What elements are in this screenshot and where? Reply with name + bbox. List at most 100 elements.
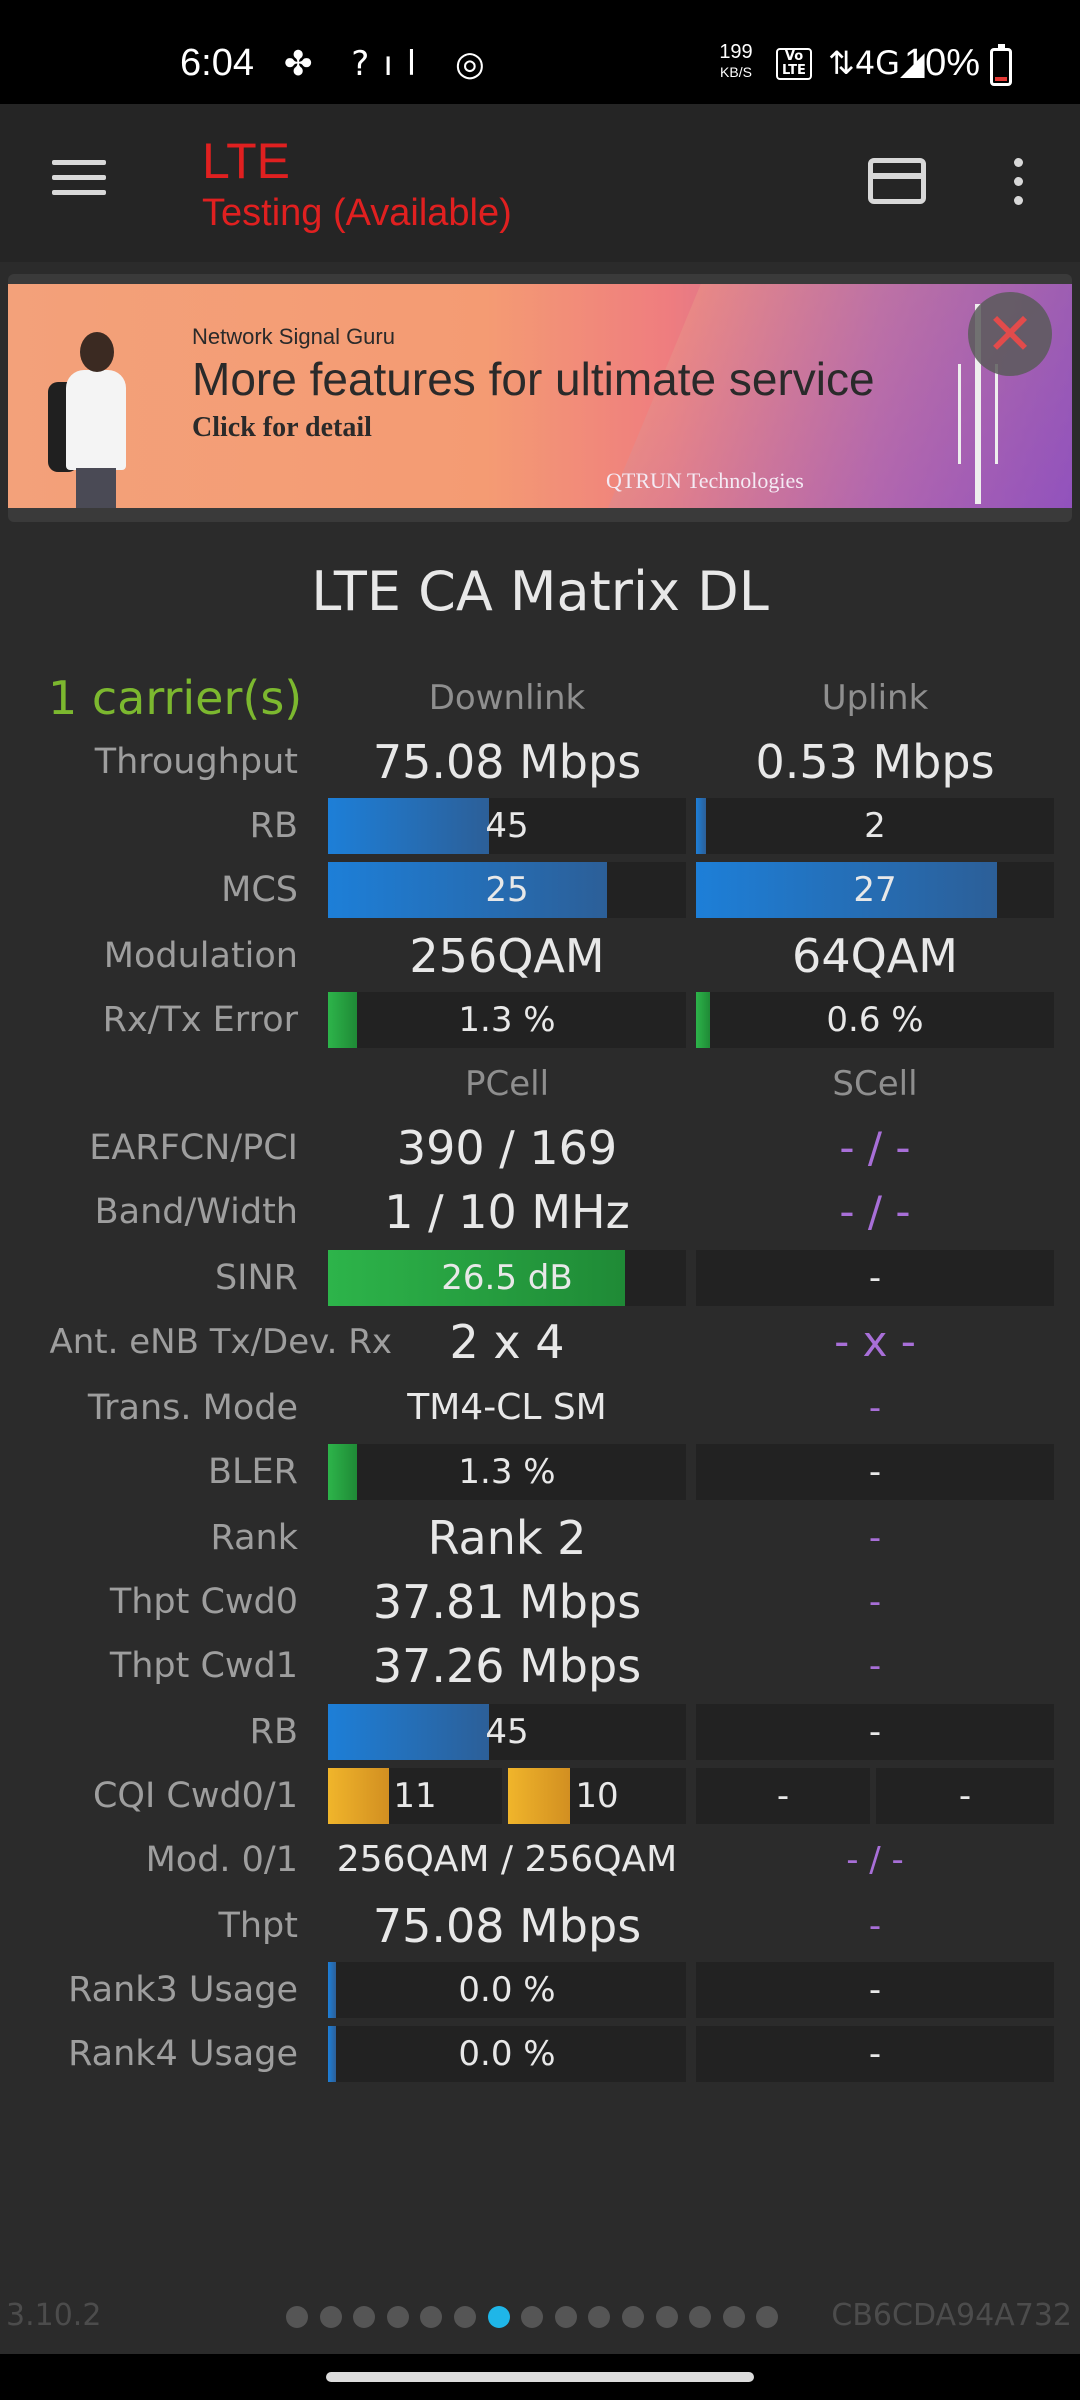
- thpt-row: Thpt 75.08 Mbps -: [0, 1894, 1080, 1958]
- mcs-label: MCS: [221, 870, 298, 910]
- downlink-rb-value: 45: [485, 806, 529, 846]
- sinr-label: SINR: [214, 1258, 298, 1298]
- cqi-row: CQI Cwd0/1 11 10 - -: [0, 1764, 1080, 1828]
- scell-rank4-bar: -: [696, 2026, 1054, 2082]
- scell-earfcn: - / -: [839, 1123, 911, 1172]
- page-dot[interactable]: [554, 2306, 577, 2328]
- page-dot[interactable]: [655, 2306, 678, 2328]
- uplink-error-value: 0.6 %: [826, 1000, 924, 1040]
- mod01-row: Mod. 0/1 256QAM / 256QAM - / -: [0, 1828, 1080, 1892]
- ad-headline: More features for ultimate service: [192, 353, 875, 405]
- pcell-cqi0-bar: 11: [328, 1768, 502, 1824]
- pcell-thpt: 75.08 Mbps: [372, 1899, 642, 1953]
- rb-label: RB: [249, 806, 298, 846]
- volte-icon: Vo LTE: [776, 48, 812, 80]
- cqi-label: CQI Cwd0/1: [92, 1776, 298, 1816]
- menu-icon[interactable]: [40, 150, 118, 220]
- pcell-bler-value: 1.3 %: [458, 1452, 556, 1492]
- page-dot[interactable]: [487, 2306, 510, 2328]
- page-dot[interactable]: [420, 2306, 443, 2328]
- scell-header: SCell: [832, 1064, 918, 1104]
- error-label: Rx/Tx Error: [102, 1000, 298, 1040]
- downlink-header: Downlink: [428, 678, 586, 718]
- mod01-label: Mod. 0/1: [145, 1840, 298, 1880]
- downlink-mcs-value: 25: [485, 870, 529, 910]
- throughput-row: Throughput 75.08 Mbps 0.53 Mbps: [0, 730, 1080, 794]
- scell-sinr-value: -: [868, 1258, 882, 1298]
- pcell-earfcn: 390 / 169: [396, 1121, 618, 1175]
- page-dot[interactable]: [722, 2306, 745, 2328]
- scell-thpt-cwd1: -: [868, 1646, 882, 1686]
- rank4-label: Rank4 Usage: [68, 2034, 298, 2074]
- page-dot[interactable]: [353, 2306, 376, 2328]
- rank3-label: Rank3 Usage: [68, 1970, 298, 2010]
- pcell-header: PCell: [464, 1064, 550, 1104]
- scell-trans-mode: -: [868, 1388, 882, 1428]
- ad-brand: Network Signal Guru: [192, 324, 395, 349]
- uplink-mcs-bar: 27: [696, 862, 1054, 918]
- page-dot[interactable]: [689, 2306, 712, 2328]
- page-dot[interactable]: [386, 2306, 409, 2328]
- app-subtitle: Testing (Available): [202, 192, 512, 234]
- pcell-band: 1 / 10 MHz: [384, 1185, 630, 1239]
- cell-rb-label: RB: [249, 1712, 298, 1752]
- band-row: Band/Width 1 / 10 MHz - / -: [0, 1180, 1080, 1244]
- ad-banner[interactable]: Network Signal Guru More features for ul…: [8, 284, 1072, 508]
- trans-mode-label: Trans. Mode: [87, 1388, 298, 1428]
- card-icon[interactable]: [868, 158, 926, 204]
- pcell-trans-mode: TM4-CL SM: [407, 1387, 607, 1428]
- page-dot[interactable]: [286, 2306, 308, 2328]
- downlink-error-value: 1.3 %: [458, 1000, 556, 1040]
- page-dot[interactable]: [588, 2306, 611, 2328]
- scell-bler-value: -: [868, 1452, 882, 1492]
- navigation-bar: [0, 2354, 1080, 2400]
- more-vertical-icon[interactable]: [1000, 158, 1036, 214]
- thpt-cwd1-label: Thpt Cwd1: [109, 1646, 298, 1686]
- page-dot[interactable]: [756, 2306, 779, 2328]
- pcell-rb-bar: 45: [328, 1704, 686, 1760]
- modulation-row: Modulation 256QAM 64QAM: [0, 924, 1080, 988]
- ad-cta[interactable]: Click for detail: [192, 412, 372, 444]
- status-bar: 6:04 ✤ ?ıl ◎ 199 KB/S Vo LTE ⇅4G◢ 10%: [0, 0, 1080, 104]
- page-dot[interactable]: [521, 2306, 544, 2328]
- thpt-cwd0-label: Thpt Cwd0: [109, 1582, 298, 1622]
- pcell-sinr-value: 26.5 dB: [441, 1258, 573, 1298]
- trans-mode-row: Trans. Mode TM4-CL SM -: [0, 1376, 1080, 1440]
- speed-unit: KB/S: [720, 64, 752, 80]
- pcell-bler-bar: 1.3 %: [328, 1444, 686, 1500]
- page-dot[interactable]: [622, 2306, 644, 2328]
- scell-sinr-bar: -: [696, 1250, 1054, 1306]
- uplink-modulation: 64QAM: [792, 929, 958, 983]
- uplink-rb-value: 2: [864, 806, 886, 846]
- page-dot[interactable]: [454, 2306, 476, 2328]
- scell-rb-value: -: [868, 1712, 882, 1752]
- pcell-rb-value: 45: [485, 1712, 529, 1752]
- scell-rank: -: [868, 1518, 882, 1558]
- scell-rank3-value: -: [868, 1970, 882, 2010]
- scell-antenna: - x -: [834, 1317, 916, 1366]
- downlink-error-bar: 1.3 %: [328, 992, 686, 1048]
- cell-rb-row: RB 45 -: [0, 1700, 1080, 1764]
- thpt-cwd1-row: Thpt Cwd1 37.26 Mbps -: [0, 1634, 1080, 1698]
- page-dot[interactable]: [319, 2306, 342, 2328]
- sinr-row: SINR 26.5 dB -: [0, 1246, 1080, 1310]
- band-label: Band/Width: [94, 1192, 298, 1232]
- close-ad-icon[interactable]: ✕: [968, 292, 1052, 376]
- notification-icons: ✤ ?ıl ◎: [284, 44, 499, 84]
- antenna-row: Ant. eNB Tx/Dev. Rx 2 x 4 - x -: [0, 1310, 1080, 1374]
- rank4-row: Rank4 Usage 0.0 % -: [0, 2022, 1080, 2086]
- uplink-error-bar: 0.6 %: [696, 992, 1054, 1048]
- uplink-mcs-value: 27: [853, 870, 897, 910]
- scell-mod01: - / -: [846, 1840, 904, 1880]
- scell-band: - / -: [839, 1187, 911, 1236]
- home-gesture-bar[interactable]: [326, 2372, 754, 2382]
- pcell-cqi0-value: 11: [393, 1776, 437, 1816]
- scell-bler-bar: -: [696, 1444, 1054, 1500]
- battery-percent: 10%: [904, 42, 981, 84]
- scell-rb-bar: -: [696, 1704, 1054, 1760]
- scell-cqi0-value: -: [776, 1776, 790, 1816]
- version-label: 3.10.2: [6, 2298, 102, 2333]
- scell-rank3-bar: -: [696, 1962, 1054, 2018]
- scell-thpt: -: [868, 1906, 882, 1946]
- thpt-label: Thpt: [218, 1906, 298, 1946]
